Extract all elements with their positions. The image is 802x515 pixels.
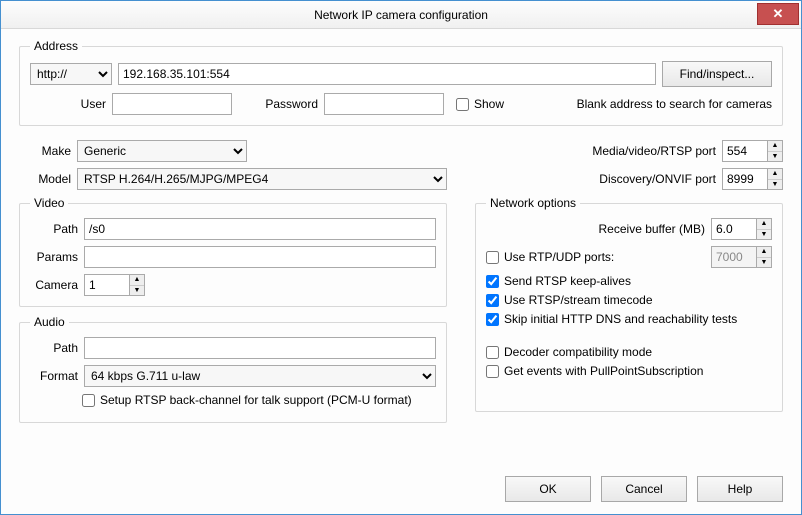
backchannel-label: Setup RTSP back-channel for talk support… (100, 393, 412, 407)
rtsp-port-input[interactable] (722, 140, 768, 162)
content-area: Address http:// Find/inspect... User Pas… (1, 29, 801, 468)
chevron-up-icon[interactable]: ▲ (768, 169, 782, 180)
chevron-down-icon: ▼ (757, 258, 771, 268)
decoder-compat-checkbox[interactable] (486, 346, 499, 359)
video-path-input[interactable] (84, 218, 436, 240)
show-password-checkbox[interactable] (456, 98, 469, 111)
pullpoint-label: Get events with PullPointSubscription (504, 364, 703, 378)
password-input[interactable] (324, 93, 444, 115)
address-legend: Address (30, 39, 82, 53)
rtp-udp-checkbox[interactable] (486, 251, 499, 264)
rtsp-port-label: Media/video/RTSP port (592, 144, 716, 158)
audio-path-input[interactable] (84, 337, 436, 359)
video-path-label: Path (30, 222, 78, 236)
camera-spinner[interactable]: ▲▼ (84, 274, 145, 296)
make-label: Make (19, 144, 71, 158)
chevron-down-icon[interactable]: ▼ (768, 180, 782, 190)
network-options-legend: Network options (486, 196, 580, 210)
pullpoint-checkbox[interactable] (486, 365, 499, 378)
audio-format-label: Format (30, 369, 78, 383)
titlebar: Network IP camera configuration ✕ (1, 1, 801, 29)
timecode-label: Use RTSP/stream timecode (504, 293, 653, 307)
user-input[interactable] (112, 93, 232, 115)
chevron-up-icon[interactable]: ▲ (757, 219, 771, 230)
audio-path-label: Path (30, 341, 78, 355)
chevron-down-icon[interactable]: ▼ (768, 152, 782, 162)
address-group: Address http:// Find/inspect... User Pas… (19, 39, 783, 126)
chevron-up-icon[interactable]: ▲ (130, 275, 144, 286)
ok-button[interactable]: OK (505, 476, 591, 502)
chevron-up-icon: ▲ (757, 247, 771, 258)
video-params-input[interactable] (84, 246, 436, 268)
onvif-port-spinner[interactable]: ▲▼ (722, 168, 783, 190)
password-label: Password (248, 97, 318, 111)
timecode-checkbox[interactable] (486, 294, 499, 307)
buffer-label: Receive buffer (MB) (599, 222, 705, 236)
onvif-port-label: Discovery/ONVIF port (599, 172, 716, 186)
show-password-label: Show (474, 97, 504, 111)
video-params-label: Params (30, 250, 78, 264)
buffer-input[interactable] (711, 218, 757, 240)
make-select[interactable]: Generic (77, 140, 247, 162)
audio-format-select[interactable]: 64 kbps G.711 u-law (84, 365, 436, 387)
video-legend: Video (30, 196, 68, 210)
address-hint: Blank address to search for cameras (577, 97, 772, 111)
camera-input[interactable] (84, 274, 130, 296)
decoder-compat-label: Decoder compatibility mode (504, 345, 652, 359)
audio-group: Audio Path Format 64 kbps G.711 u-law Se… (19, 315, 447, 423)
dialog-footer: OK Cancel Help (1, 468, 801, 514)
keepalive-checkbox[interactable] (486, 275, 499, 288)
skipdns-label: Skip initial HTTP DNS and reachability t… (504, 312, 737, 326)
network-options-group: Network options Receive buffer (MB) ▲▼ U… (475, 196, 783, 412)
chevron-up-icon[interactable]: ▲ (768, 141, 782, 152)
chevron-down-icon[interactable]: ▼ (757, 230, 771, 240)
rtp-udp-port-spinner: ▲▼ (711, 246, 772, 268)
skipdns-checkbox[interactable] (486, 313, 499, 326)
window-title: Network IP camera configuration (1, 8, 801, 22)
audio-legend: Audio (30, 315, 69, 329)
model-label: Model (19, 172, 71, 186)
address-input[interactable] (118, 63, 656, 85)
close-icon: ✕ (773, 6, 784, 22)
dialog-window: Network IP camera configuration ✕ Addres… (0, 0, 802, 515)
chevron-down-icon[interactable]: ▼ (130, 286, 144, 296)
buffer-spinner[interactable]: ▲▼ (711, 218, 772, 240)
close-button[interactable]: ✕ (757, 3, 799, 25)
rtp-udp-port-input (711, 246, 757, 268)
camera-label: Camera (30, 278, 78, 292)
backchannel-checkbox[interactable] (82, 394, 95, 407)
video-group: Video Path Params Camera ▲▼ (19, 196, 447, 307)
keepalive-label: Send RTSP keep-alives (504, 274, 631, 288)
help-button[interactable]: Help (697, 476, 783, 502)
user-label: User (30, 97, 106, 111)
cancel-button[interactable]: Cancel (601, 476, 687, 502)
protocol-select[interactable]: http:// (30, 63, 112, 85)
rtp-udp-label: Use RTP/UDP ports: (504, 250, 614, 264)
onvif-port-input[interactable] (722, 168, 768, 190)
find-inspect-button[interactable]: Find/inspect... (662, 61, 772, 87)
rtsp-port-spinner[interactable]: ▲▼ (722, 140, 783, 162)
model-select[interactable]: RTSP H.264/H.265/MJPG/MPEG4 (77, 168, 447, 190)
